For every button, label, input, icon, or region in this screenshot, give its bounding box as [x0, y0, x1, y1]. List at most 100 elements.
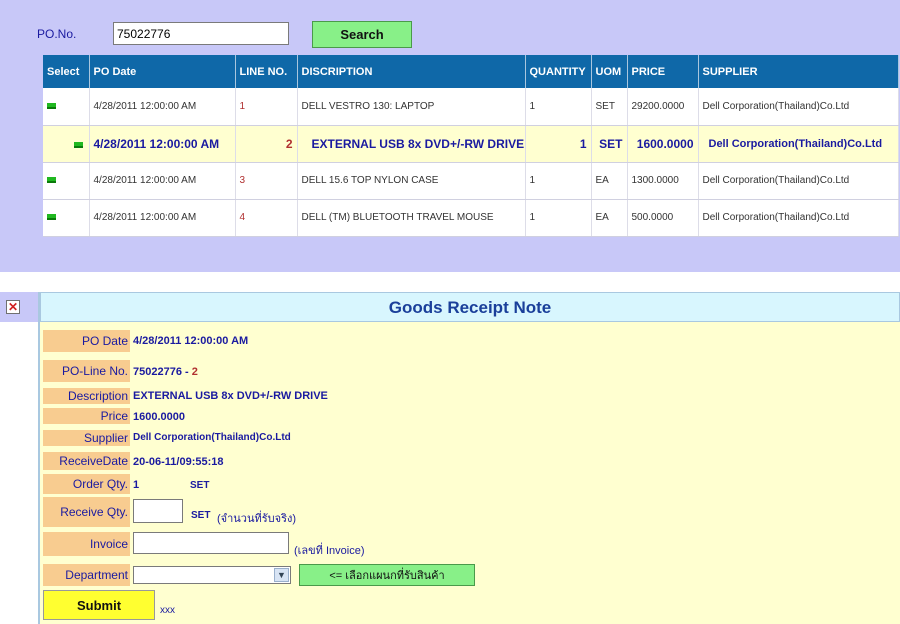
po-number-label: PO.No.: [37, 27, 77, 41]
uom-cell: EA: [591, 162, 628, 200]
uom-cell: EA: [591, 199, 628, 237]
receive-date-value: 20-06-11/09:55:18: [133, 456, 224, 468]
header-description: DISCRIPTION: [297, 55, 526, 88]
select-cell: [43, 125, 90, 163]
quantity-cell: 1: [525, 162, 592, 200]
po-date-cell: 4/28/2011 12:00:00 AM: [89, 162, 236, 200]
price-cell: 1600.0000: [627, 125, 699, 163]
order-qty-label: Order Qty.: [43, 474, 130, 494]
receive-date-row: ReceiveDate 20-06-11/09:55:18: [43, 452, 900, 470]
supplier-cell: Dell Corporation(Thailand)Co.Ltd: [698, 162, 899, 200]
price-cell: 500.0000: [627, 199, 699, 237]
search-bar: PO.No. Search: [0, 20, 900, 50]
po-line-separator: -: [185, 366, 189, 378]
supplier-cell: Dell Corporation(Thailand)Co.Ltd: [698, 125, 899, 163]
department-label: Department: [43, 564, 130, 586]
receive-qty-row: Receive Qty. SET (จำนวนที่รับจริง): [43, 497, 900, 527]
invoice-input[interactable]: [133, 532, 289, 554]
submit-button[interactable]: Submit: [43, 590, 155, 620]
description-cell: DELL (TM) BLUETOOTH TRAVEL MOUSE: [297, 199, 526, 237]
table-row: 4/28/2011 12:00:00 AM 1 DELL VESTRO 130:…: [43, 88, 899, 126]
search-button[interactable]: Search: [312, 21, 412, 48]
select-department-button[interactable]: <= เลือกแผนกที่รับสินค้า: [299, 564, 475, 586]
po-search-panel: PO.No. Search Select PO Date LINE NO. DI…: [0, 0, 900, 272]
po-date-cell: 4/28/2011 12:00:00 AM: [89, 88, 236, 126]
line-no-cell: 3: [235, 162, 298, 200]
order-uom: SET: [190, 480, 210, 491]
close-icon[interactable]: ✕: [6, 300, 20, 314]
receive-qty-label: Receive Qty.: [43, 497, 130, 527]
department-select[interactable]: ▼: [133, 566, 291, 584]
header-price: PRICE: [627, 55, 699, 88]
grn-title: Goods Receipt Note: [40, 292, 900, 322]
quantity-cell: 1: [525, 125, 592, 163]
supplier-cell: Dell Corporation(Thailand)Co.Ltd: [698, 88, 899, 126]
po-date-value: 4/28/2011 12:00:00 AM: [133, 335, 249, 347]
header-uom: UOM: [591, 55, 628, 88]
table-header-row: Select PO Date LINE NO. DISCRIPTION QUAN…: [43, 55, 899, 88]
po-number-input[interactable]: [113, 22, 289, 45]
po-number: 75022776: [133, 366, 182, 378]
grn-close-area: ✕: [0, 292, 38, 322]
table-row-selected: 4/28/2011 12:00:00 AM 2 EXTERNAL USB 8x …: [43, 125, 899, 163]
po-date-cell: 4/28/2011 12:00:00 AM: [89, 125, 236, 163]
po-date-label: PO Date: [43, 330, 130, 352]
select-cell: [43, 88, 90, 126]
order-qty-value: 1: [133, 479, 140, 491]
po-line-value: 75022776 - 2: [133, 366, 198, 378]
po-date-cell: 4/28/2011 12:00:00 AM: [89, 199, 236, 237]
price-value: 1600.0000: [133, 411, 185, 423]
receive-qty-hint: (จำนวนที่รับจริง): [217, 513, 297, 525]
uom-cell: SET: [591, 125, 628, 163]
line-no-cell: 1: [235, 88, 298, 126]
header-select: Select: [43, 55, 90, 88]
description-cell: DELL 15.6 TOP NYLON CASE: [297, 162, 526, 200]
receive-uom: SET: [191, 510, 211, 521]
invoice-label: Invoice: [43, 532, 130, 556]
line-no-cell: 4: [235, 199, 298, 237]
submit-row: Submit xxx: [43, 590, 900, 622]
select-cell: [43, 199, 90, 237]
po-line-number: 2: [191, 366, 198, 378]
description-value: EXTERNAL USB 8x DVD+/-RW DRIVE: [133, 390, 328, 402]
select-cell: [43, 162, 90, 200]
price-cell: 1300.0000: [627, 162, 699, 200]
quantity-cell: 1: [525, 199, 592, 237]
department-row: Department ▼ <= เลือกแผนกที่รับสินค้า: [43, 564, 900, 586]
line-no-cell: 2: [235, 125, 298, 163]
po-lines-table: Select PO Date LINE NO. DISCRIPTION QUAN…: [43, 55, 899, 237]
header-supplier: SUPPLIER: [698, 55, 899, 88]
invoice-hint: (เลขที่ Invoice): [294, 545, 365, 557]
price-label: Price: [43, 408, 130, 424]
footer-text: xxx: [160, 605, 175, 616]
header-quantity: QUANTITY: [525, 55, 592, 88]
po-line-label: PO-Line No.: [43, 360, 130, 382]
description-cell: DELL VESTRO 130: LAPTOP: [297, 88, 526, 126]
price-cell: 29200.0000: [627, 88, 699, 126]
table-row: 4/28/2011 12:00:00 AM 3 DELL 15.6 TOP NY…: [43, 162, 899, 200]
description-row: Description EXTERNAL USB 8x DVD+/-RW DRI…: [43, 388, 900, 404]
supplier-row: Supplier Dell Corporation(Thailand)Co.Lt…: [43, 430, 900, 446]
select-row-icon[interactable]: [47, 177, 56, 183]
description-label: Description: [43, 388, 130, 404]
header-po-date: PO Date: [89, 55, 236, 88]
invoice-row: Invoice (เลขที่ Invoice): [43, 532, 900, 557]
select-row-icon[interactable]: [73, 141, 83, 148]
header-line-no: LINE NO.: [235, 55, 298, 88]
select-row-icon[interactable]: [47, 102, 56, 109]
supplier-cell: Dell Corporation(Thailand)Co.Ltd: [698, 199, 899, 237]
chevron-down-icon[interactable]: ▼: [274, 568, 289, 582]
order-qty-row: Order Qty. 1 SET: [43, 474, 900, 494]
po-date-row: PO Date 4/28/2011 12:00:00 AM: [43, 330, 900, 352]
supplier-value: Dell Corporation(Thailand)Co.Ltd: [133, 432, 291, 443]
uom-cell: SET: [591, 88, 628, 126]
supplier-label: Supplier: [43, 430, 130, 446]
po-line-row: PO-Line No. 75022776 - 2: [43, 360, 900, 382]
receive-date-label: ReceiveDate: [43, 452, 130, 470]
select-row-icon[interactable]: [47, 214, 56, 220]
description-cell: EXTERNAL USB 8x DVD+/-RW DRIVE: [297, 125, 526, 163]
price-row: Price 1600.0000: [43, 408, 900, 424]
goods-receipt-note-panel: Goods Receipt Note PO Date 4/28/2011 12:…: [38, 292, 900, 624]
receive-qty-input[interactable]: [133, 499, 183, 523]
quantity-cell: 1: [525, 88, 592, 126]
